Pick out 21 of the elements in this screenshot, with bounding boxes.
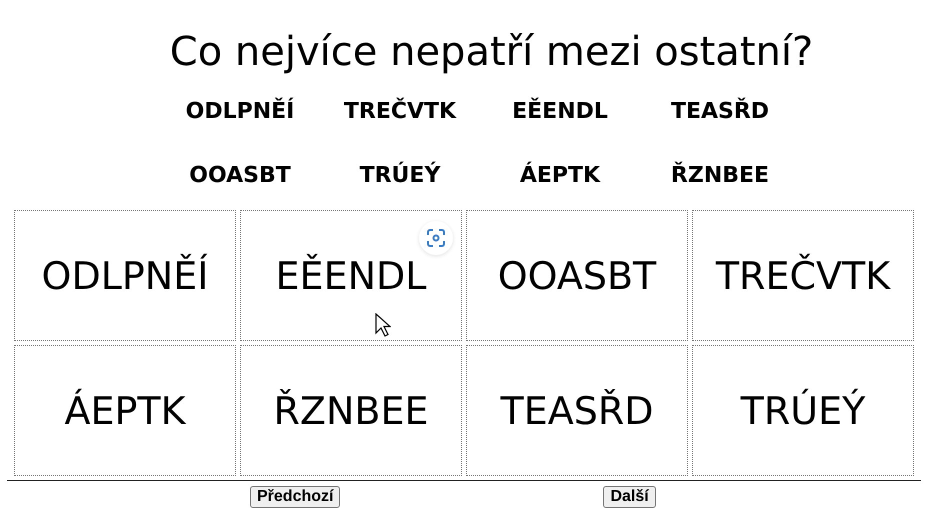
word-label: TEASŘD xyxy=(670,96,770,126)
word-card[interactable]: ŘZNBEE xyxy=(240,345,462,476)
word-card[interactable]: OOASBT xyxy=(466,210,688,341)
word-card[interactable]: EĚENDL xyxy=(240,210,462,341)
word-label: EĚENDL xyxy=(512,96,608,126)
word-label: TRÚEÝ xyxy=(360,160,440,190)
word-card[interactable]: ODLPNĚÍ xyxy=(14,210,236,341)
previous-button[interactable]: Předchozí xyxy=(250,486,340,508)
word-card[interactable]: TEASŘD xyxy=(466,345,688,476)
word-card[interactable]: ÁEPTK xyxy=(14,345,236,476)
word-label: ODLPNĚÍ xyxy=(186,96,294,126)
word-card[interactable]: TREČVTK xyxy=(692,210,914,341)
cursor-icon xyxy=(375,313,391,337)
question-title: Co nejvíce nepatří mezi ostatní? xyxy=(168,28,814,76)
visual-search-icon[interactable] xyxy=(419,221,453,255)
next-button[interactable]: Další xyxy=(603,486,656,508)
word-label: OOASBT xyxy=(189,162,291,190)
word-label: ÁEPTK xyxy=(520,160,600,190)
word-label: ŘZNBEE xyxy=(670,160,770,190)
word-label: TREČVTK xyxy=(344,96,456,126)
word-card[interactable]: TRÚEÝ xyxy=(692,345,914,476)
